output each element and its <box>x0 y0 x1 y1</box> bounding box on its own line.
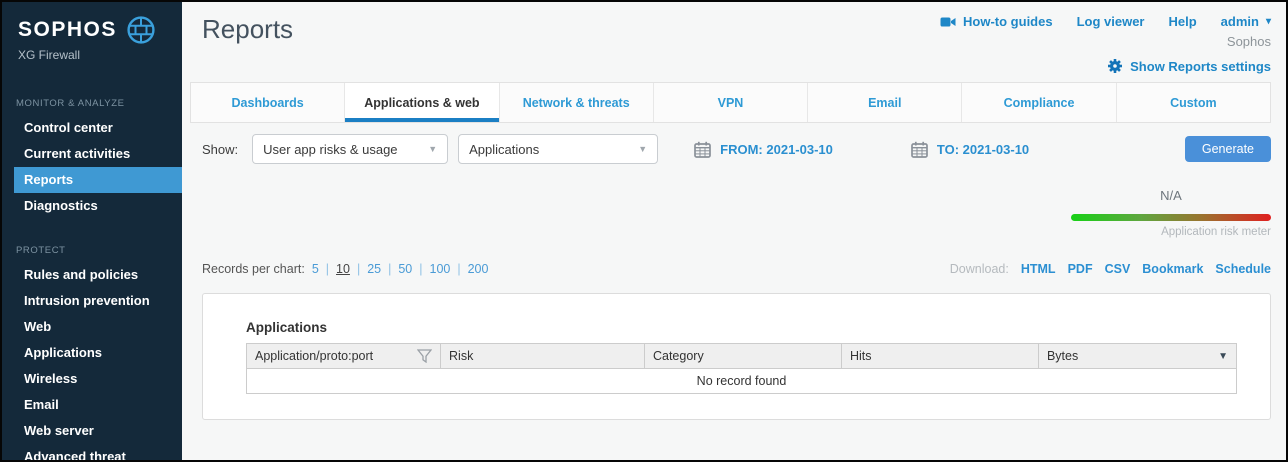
sidebar-section-monitor-analyze: MONITOR & ANALYZE <box>2 98 182 109</box>
org-name: Sophos <box>940 34 1271 49</box>
user-menu[interactable]: admin ▾ <box>1221 14 1271 29</box>
sidebar-item-wireless[interactable]: Wireless <box>2 366 182 392</box>
download-html-link[interactable]: HTML <box>1021 262 1056 276</box>
dropdown-caret-icon: ▼ <box>428 144 437 154</box>
risk-meter-caption: Application risk meter <box>1071 226 1271 238</box>
table-row: No record found <box>247 369 1237 394</box>
sidebar-item-intrusion-prevention[interactable]: Intrusion prevention <box>2 288 182 314</box>
applications-report-panel: Applications Application/proto:port <box>202 293 1271 420</box>
column-header-application[interactable]: Application/proto:port <box>247 344 441 369</box>
report-group-dropdown[interactable]: User app risks & usage ▼ <box>252 134 448 164</box>
report-tabs: Dashboards Applications & web Network & … <box>190 82 1271 123</box>
bookmark-link[interactable]: Bookmark <box>1142 262 1203 276</box>
sort-descending-icon[interactable]: ▼ <box>1218 351 1228 362</box>
tab-compliance[interactable]: Compliance <box>962 83 1116 122</box>
download-csv-link[interactable]: CSV <box>1105 262 1131 276</box>
records-per-chart-label: Records per chart: <box>202 262 305 276</box>
from-date-label: FROM: 2021-03-10 <box>720 142 833 157</box>
show-reports-settings-link[interactable]: Show Reports settings <box>190 57 1271 75</box>
sidebar-item-control-center[interactable]: Control center <box>2 115 182 141</box>
product-name: XG Firewall <box>18 48 182 62</box>
records-option-10[interactable]: 10 <box>336 262 350 276</box>
from-date-picker[interactable]: FROM: 2021-03-10 <box>694 141 833 158</box>
report-type-dropdown[interactable]: Applications ▼ <box>458 134 658 164</box>
help-link[interactable]: Help <box>1169 14 1197 29</box>
tab-vpn[interactable]: VPN <box>654 83 808 122</box>
app-window: SOPHOS XG Firewall <box>0 0 1288 462</box>
filter-bar: Show: User app risks & usage ▼ Applicati… <box>202 134 1271 164</box>
chevron-down-icon: ▾ <box>1266 16 1271 27</box>
show-label: Show: <box>202 142 238 157</box>
column-header-risk[interactable]: Risk <box>441 344 645 369</box>
video-camera-icon <box>940 15 956 29</box>
sidebar-item-reports[interactable]: Reports <box>14 167 182 193</box>
records-option-200[interactable]: 200 <box>468 262 489 276</box>
tab-network-and-threats[interactable]: Network & threats <box>500 83 654 122</box>
empty-message: No record found <box>247 369 1237 394</box>
gear-icon <box>1107 58 1123 74</box>
sophos-logo: SOPHOS <box>18 18 117 42</box>
risk-meter-value: N/A <box>1071 188 1271 203</box>
sidebar-section-protect: PROTECT <box>2 245 182 256</box>
sidebar-item-current-activities[interactable]: Current activities <box>2 141 182 167</box>
log-viewer-link[interactable]: Log viewer <box>1077 14 1145 29</box>
sidebar-item-applications[interactable]: Applications <box>2 340 182 366</box>
risk-meter-gradient-bar <box>1071 214 1271 221</box>
main-content: Reports How-to guides Log viewer Help <box>182 2 1286 460</box>
to-date-label: TO: 2021-03-10 <box>937 142 1029 157</box>
filter-funnel-icon[interactable] <box>417 349 432 363</box>
column-header-bytes[interactable]: Bytes ▼ <box>1038 344 1236 369</box>
schedule-link[interactable]: Schedule <box>1215 262 1271 276</box>
to-date-picker[interactable]: TO: 2021-03-10 <box>911 141 1029 158</box>
download-label: Download: <box>950 262 1009 276</box>
column-header-category[interactable]: Category <box>644 344 841 369</box>
brand: SOPHOS XG Firewall <box>2 2 182 62</box>
tab-email[interactable]: Email <box>808 83 962 122</box>
calendar-icon <box>911 141 928 158</box>
howto-guides-link[interactable]: How-to guides <box>940 14 1053 29</box>
records-download-bar: Records per chart: 5 | 10 | 25 | 50 | 10… <box>202 262 1271 276</box>
sidebar-item-web-server[interactable]: Web server <box>2 418 182 444</box>
calendar-icon <box>694 141 711 158</box>
records-per-chart: Records per chart: 5 | 10 | 25 | 50 | 10… <box>202 262 488 276</box>
records-option-50[interactable]: 50 <box>398 262 412 276</box>
tab-custom[interactable]: Custom <box>1117 83 1270 122</box>
records-option-100[interactable]: 100 <box>430 262 451 276</box>
dropdown-caret-icon: ▼ <box>638 144 647 154</box>
download-bar: Download: HTML PDF CSV Bookmark Schedule <box>950 262 1271 276</box>
column-header-hits[interactable]: Hits <box>841 344 1038 369</box>
sidebar-item-diagnostics[interactable]: Diagnostics <box>2 193 182 219</box>
page-header: Reports How-to guides Log viewer Help <box>190 2 1271 49</box>
sophos-shield-icon <box>126 15 156 45</box>
applications-table: Application/proto:port Risk Category Hit… <box>246 343 1237 394</box>
page-title: Reports <box>202 14 293 49</box>
sidebar-item-email[interactable]: Email <box>2 392 182 418</box>
application-risk-meter: N/A Application risk meter <box>1071 188 1271 238</box>
tab-dashboards[interactable]: Dashboards <box>191 83 345 122</box>
generate-button[interactable]: Generate <box>1185 136 1271 162</box>
sidebar-item-advanced-threat[interactable]: Advanced threat <box>2 444 182 462</box>
download-pdf-link[interactable]: PDF <box>1068 262 1093 276</box>
records-option-5[interactable]: 5 <box>312 262 319 276</box>
sidebar-item-web[interactable]: Web <box>2 314 182 340</box>
sidebar-item-rules-and-policies[interactable]: Rules and policies <box>2 262 182 288</box>
panel-title: Applications <box>246 320 1237 335</box>
tab-applications-and-web[interactable]: Applications & web <box>345 83 499 122</box>
records-option-25[interactable]: 25 <box>367 262 381 276</box>
sidebar: SOPHOS XG Firewall <box>2 2 182 460</box>
